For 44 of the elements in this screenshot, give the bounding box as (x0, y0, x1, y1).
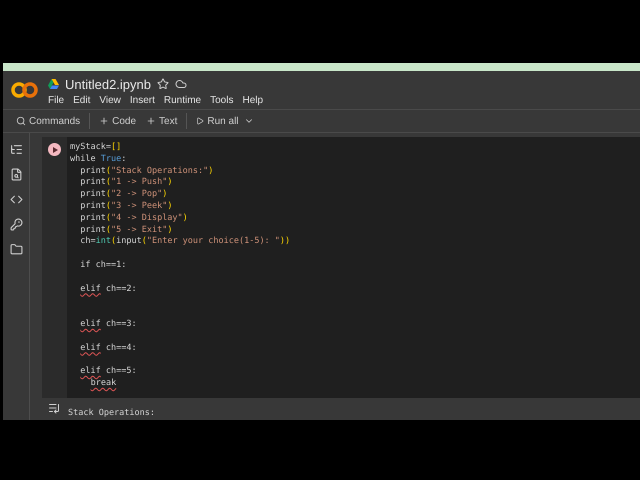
code-line: myStack=[] (70, 142, 122, 152)
code-line: if ch==1: (80, 260, 126, 270)
folder-icon[interactable] (10, 243, 22, 256)
code-line: elif ch==3: (80, 318, 137, 329)
code-line: print("1 -> Push") (80, 177, 172, 188)
code-line: print("Stack Operations:") (80, 166, 214, 176)
menu-item[interactable]: Help (242, 94, 264, 106)
code-line: print("4 -> Display") (80, 212, 188, 223)
code-line: print("5 -> Exit") (80, 224, 172, 235)
star-icon[interactable] (157, 78, 169, 90)
run-all-button[interactable]: Run all (191, 116, 244, 127)
code-line: ch=int(input("Enter your choice(1-5): ")) (80, 236, 290, 246)
search-icon (16, 116, 26, 126)
play-icon (196, 117, 204, 126)
code-line: while True: (70, 154, 126, 164)
code-line: elif ch==5: (80, 366, 137, 376)
code-icon[interactable] (10, 193, 22, 206)
output-toggle-icon[interactable] (48, 402, 60, 414)
commands-button[interactable]: Commands (11, 116, 86, 127)
cloud-icon[interactable] (175, 78, 187, 90)
notebook-title[interactable]: Untitled2.ipynb (65, 76, 151, 92)
plus-icon (146, 116, 156, 126)
key-icon[interactable] (10, 218, 22, 231)
play-icon (52, 146, 58, 152)
menu-item[interactable]: Insert (130, 94, 155, 106)
menu-item[interactable]: View (99, 94, 121, 106)
menu-item[interactable]: Tools (210, 94, 234, 106)
code-line: break (90, 378, 116, 388)
code-line: elif ch==4: (80, 342, 137, 353)
menu-item[interactable]: Runtime (164, 94, 202, 106)
colab-logo (11, 82, 38, 98)
output-text: Stack Operations: (68, 408, 155, 418)
code-line: print("2 -> Pop") (80, 189, 168, 200)
run-cell-button[interactable] (48, 143, 61, 156)
add-button[interactable]: Text (141, 116, 182, 127)
drive-icon (48, 79, 59, 90)
code-line: elif ch==2: (80, 284, 137, 294)
menu-item[interactable]: File (48, 94, 64, 106)
table-of-contents-icon[interactable] (10, 143, 22, 156)
add-button[interactable]: Code (94, 116, 142, 127)
code-line: print("3 -> Peek") (80, 200, 172, 211)
plus-icon (99, 116, 110, 126)
find-icon[interactable] (10, 168, 22, 181)
menu-item[interactable]: Edit (73, 94, 90, 106)
